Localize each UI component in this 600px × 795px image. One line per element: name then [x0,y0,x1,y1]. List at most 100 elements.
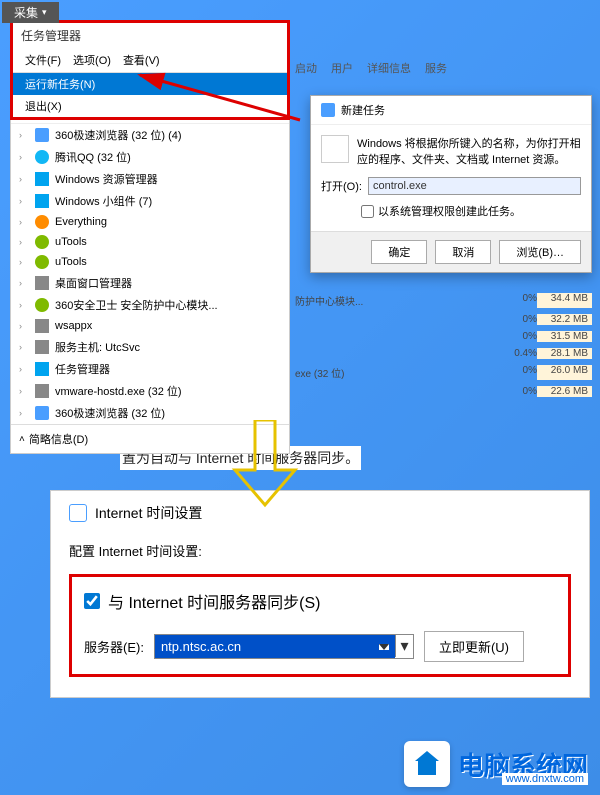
chevron-right-icon: › [19,386,29,396]
server-label: 服务器(E): [84,637,144,656]
process-name: Windows 小组件 (7) [55,193,152,209]
chevron-right-icon: › [19,408,29,418]
window-title: 任务管理器 [13,23,287,48]
admin-label: 以系统管理权限创建此任务。 [378,203,521,219]
process-icon [35,298,49,312]
process-name: 360极速浏览器 (32 位) (4) [55,127,182,143]
chevron-down-icon[interactable]: ▾ [395,635,413,657]
process-row[interactable]: › uTools [11,232,289,252]
chevron-right-icon: › [19,174,29,184]
process-icon [35,340,49,354]
ok-button[interactable]: 确定 [371,240,427,264]
process-row[interactable]: › 任务管理器 [11,358,289,380]
process-name: uTools [55,256,87,268]
process-row[interactable]: › Everything [11,212,289,232]
process-name: 360安全卫士 安全防护中心模块... [55,297,218,313]
process-name: uTools [55,236,87,248]
process-name: 360极速浏览器 (32 位) [55,405,165,421]
process-row[interactable]: › Windows 资源管理器 [11,168,289,190]
menu-run-new-task[interactable]: 运行新任务(N) [13,73,287,95]
admin-checkbox[interactable] [361,205,374,218]
capture-button[interactable]: 采集 [2,2,59,23]
chevron-right-icon: › [19,321,29,331]
process-icon [35,319,49,333]
brief-info-toggle[interactable]: ˄ 简略信息(D) [11,424,289,453]
chevron-right-icon: › [19,342,29,352]
process-name: 服务主机: UtcSvc [55,339,140,355]
menu-bar: 文件(F) 选项(O) 查看(V) [13,48,287,73]
chevron-up-icon: ˄ [19,434,25,445]
process-name: Windows 资源管理器 [55,171,158,187]
menu-options[interactable]: 选项(O) [69,50,115,70]
server-dropdown[interactable]: ntp.ntsc.ac.cn [155,635,395,658]
process-row[interactable]: › wsappx [11,316,289,336]
process-row[interactable]: ›腾讯QQ (32 位) [11,146,289,168]
logo-icon [404,741,450,787]
background-tabs: 启动用户详细信息服务 [295,60,447,76]
process-name: 任务管理器 [55,361,110,377]
process-icon [35,128,49,142]
stat-row: 0%31.5 MB [295,328,592,345]
stat-row: 0.4%28.1 MB [295,345,592,362]
chevron-right-icon: › [19,257,29,267]
run-dialog: 新建任务 Windows 将根据你所键入的名称，为你打开相应的程序、文件夹、文档… [310,95,592,273]
internet-time-dialog: Internet 时间设置 配置 Internet 时间设置: 与 Intern… [50,490,590,698]
process-name: Everything [55,216,107,228]
process-icon [35,384,49,398]
run-dialog-title: 新建任务 [311,96,591,125]
process-row[interactable]: › 360安全卫士 安全防护中心模块... [11,294,289,316]
process-icon [35,150,49,164]
cancel-button[interactable]: 取消 [435,240,491,264]
time-icon [69,504,87,522]
time-dialog-subtitle: 配置 Internet 时间设置: [69,541,571,560]
process-row[interactable]: › 桌面窗口管理器 [11,272,289,294]
logo-url: www.dnxtw.com [502,773,588,785]
process-row[interactable]: › 360极速浏览器 (32 位) [11,402,289,424]
run-icon [321,103,335,117]
process-icon [35,172,49,186]
process-name: vmware-hostd.exe (32 位) [55,383,182,399]
process-row[interactable]: › uTools [11,252,289,272]
chevron-right-icon: › [19,278,29,288]
chevron-right-icon: › [19,130,29,140]
chevron-right-icon: › [19,364,29,374]
chevron-right-icon: › [19,237,29,247]
browse-button[interactable]: 浏览(B)… [499,240,581,264]
chevron-right-icon: › [19,217,29,227]
task-manager-window: 任务管理器 文件(F) 选项(O) 查看(V) 运行新任务(N) 退出(X) [10,20,290,120]
run-app-icon [321,135,349,163]
chevron-right-icon: › [19,300,29,310]
background-process-stats: 防护中心模块...0%34.4 MB0%32.2 MB0%31.5 MB0.4%… [295,290,592,400]
stat-row: 防护中心模块...0%34.4 MB [295,290,592,311]
process-icon [35,362,49,376]
open-input[interactable] [368,177,581,195]
process-row[interactable]: › Windows 小组件 (7) [11,190,289,212]
time-dialog-title: Internet 时间设置 [95,503,202,523]
process-icon [35,276,49,290]
process-icon [35,255,49,269]
process-row[interactable]: › 360极速浏览器 (32 位) (4) [11,124,289,146]
highlighted-settings: 与 Internet 时间服务器同步(S) 服务器(E): ntp.ntsc.a… [69,574,571,677]
menu-file[interactable]: 文件(F) [21,50,65,70]
task-manager-body: 名称 状态 ›360极速浏览器 (32 位) (4)›腾讯QQ (32 位)›W… [10,98,290,454]
menu-view[interactable]: 查看(V) [119,50,164,70]
process-row[interactable]: › 服务主机: UtcSvc [11,336,289,358]
update-now-button[interactable]: 立即更新(U) [424,631,524,662]
process-name: wsappx [55,320,92,332]
run-description: Windows 将根据你所键入的名称，为你打开相应的程序、文件夹、文档或 Int… [357,135,581,167]
stat-row: exe (32 位)0%26.0 MB [295,362,592,383]
process-name: 桌面窗口管理器 [55,275,132,291]
process-icon [35,235,49,249]
chevron-right-icon: › [19,196,29,206]
chevron-right-icon: › [19,152,29,162]
process-icon [35,215,49,229]
process-icon [35,194,49,208]
sync-checkbox[interactable] [84,593,100,609]
stat-row: 0%22.6 MB [295,383,592,400]
menu-exit[interactable]: 退出(X) [13,95,287,117]
sync-label: 与 Internet 时间服务器同步(S) [108,589,320,613]
process-icon [35,406,49,420]
file-submenu: 运行新任务(N) 退出(X) [13,73,287,117]
process-row[interactable]: › vmware-hostd.exe (32 位) [11,380,289,402]
stat-row: 0%32.2 MB [295,311,592,328]
